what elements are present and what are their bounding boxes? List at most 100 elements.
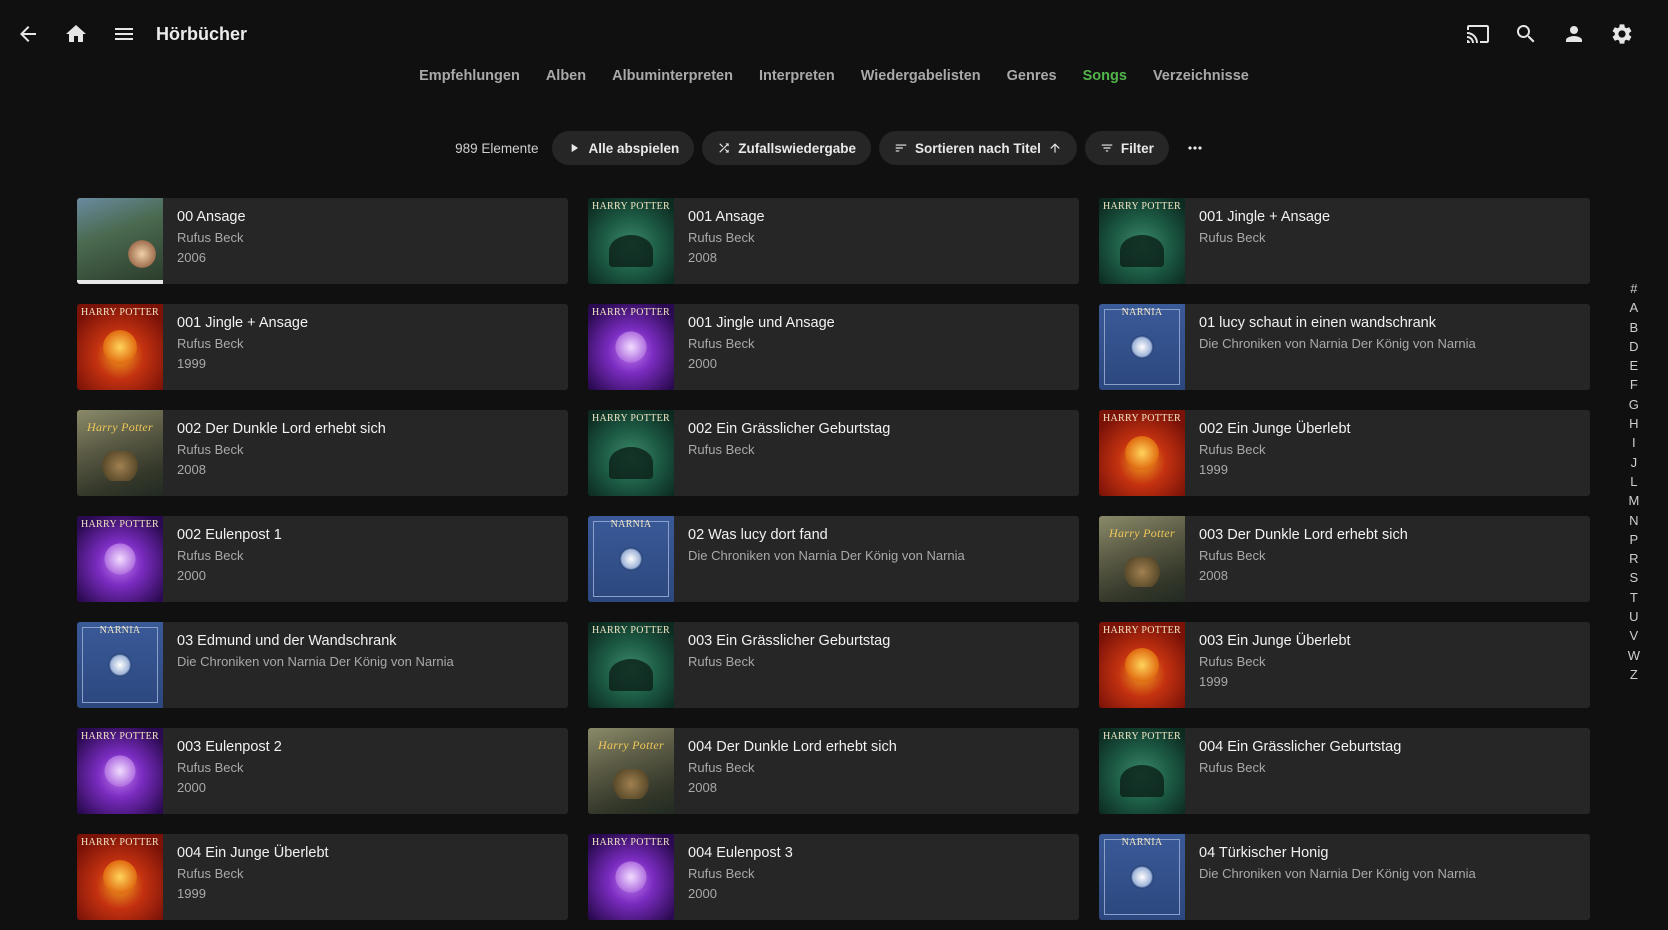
cover-artwork — [613, 859, 649, 895]
alphabet-letter[interactable]: V — [1630, 626, 1639, 645]
alphabet-letter[interactable]: H — [1629, 414, 1638, 433]
alphabet-letter[interactable]: F — [1630, 375, 1638, 394]
song-title: 04 Türkischer Honig — [1199, 845, 1329, 861]
song-card[interactable]: HARRY POTTER 004 Ein Grässlicher Geburtst… — [1099, 728, 1590, 814]
shuffle-label: Zufallswiedergabe — [738, 140, 857, 156]
album-cover-image[interactable]: HARRY POTTER — [588, 410, 674, 496]
alphabet-letter[interactable]: L — [1630, 472, 1637, 491]
song-card[interactable]: HARRY POTTER 003 Eulenpost 2 Rufus Beck 200… — [77, 728, 568, 814]
album-cover-image[interactable]: HARRY POTTER — [588, 198, 674, 284]
cover-artwork — [609, 447, 653, 480]
shuffle-button[interactable]: Zufallswiedergabe — [702, 131, 872, 165]
song-year: 2006 — [177, 250, 206, 265]
song-card[interactable]: Harry Potter 004 Der Dunkle Lord erhebt s… — [588, 728, 1079, 814]
album-cover-image[interactable]: HARRY POTTER — [1099, 410, 1185, 496]
song-title: 004 Ein Junge Überlebt — [177, 845, 329, 861]
back-button[interactable] — [4, 10, 52, 58]
alphabet-letter[interactable]: N — [1629, 511, 1638, 530]
home-button[interactable] — [52, 10, 100, 58]
album-cover-image[interactable]: HARRY POTTER — [77, 516, 163, 602]
album-cover-image[interactable] — [77, 198, 163, 284]
song-card[interactable]: HARRY POTTER 001 Jingle + Ansage Rufus Bec… — [77, 304, 568, 390]
song-artist: Rufus Beck — [177, 548, 244, 563]
page-title: Hörbücher — [156, 23, 248, 44]
song-card[interactable]: HARRY POTTER 002 Ein Grässlicher Geburtst… — [588, 410, 1079, 496]
cover-artwork — [1125, 436, 1159, 470]
play-all-button[interactable]: Alle abspielen — [552, 131, 695, 165]
song-card[interactable]: 00 Ansage Rufus Beck 2006 — [77, 198, 568, 284]
search-button[interactable] — [1502, 10, 1550, 58]
song-card[interactable]: NARNIA 04 Türkischer Honig Die Chroniken v… — [1099, 834, 1590, 920]
tab-verzeichnisse[interactable]: Verzeichnisse — [1153, 62, 1249, 92]
user-button[interactable] — [1550, 10, 1598, 58]
album-cover-image[interactable]: HARRY POTTER — [77, 728, 163, 814]
album-cover-image[interactable]: HARRY POTTER — [1099, 622, 1185, 708]
cover-caption: HARRY POTTER — [592, 413, 670, 424]
song-card[interactable]: HARRY POTTER 002 Eulenpost 1 Rufus Beck 200… — [77, 516, 568, 602]
song-card[interactable]: HARRY POTTER 001 Ansage Rufus Beck 2008 — [588, 198, 1079, 284]
tab-alben[interactable]: Alben — [546, 62, 586, 92]
tab-genres[interactable]: Genres — [1007, 62, 1057, 92]
tab-songs[interactable]: Songs — [1083, 62, 1127, 92]
tab-empfehlungen[interactable]: Empfehlungen — [419, 62, 520, 92]
song-card[interactable]: NARNIA 02 Was lucy dort fand Die Chroniken… — [588, 516, 1079, 602]
alphabet-letter[interactable]: E — [1630, 356, 1639, 375]
song-card[interactable]: NARNIA 03 Edmund und der Wandschrank Die C… — [77, 622, 568, 708]
album-cover-image[interactable]: NARNIA — [588, 516, 674, 602]
filter-button[interactable]: Filter — [1084, 131, 1169, 165]
album-cover-image[interactable]: HARRY POTTER — [77, 304, 163, 390]
menu-button[interactable] — [100, 10, 148, 58]
alphabet-letter[interactable]: S — [1630, 568, 1639, 587]
song-title: 002 Eulenpost 1 — [177, 527, 282, 543]
alphabet-letter[interactable]: M — [1628, 491, 1639, 510]
album-cover-image[interactable]: Harry Potter — [1099, 516, 1185, 602]
filter-label: Filter — [1120, 140, 1154, 156]
alphabet-letter[interactable]: A — [1630, 298, 1639, 317]
cover-caption: HARRY POTTER — [1103, 625, 1181, 636]
alphabet-letter[interactable]: W — [1628, 646, 1640, 665]
settings-button[interactable] — [1598, 10, 1646, 58]
album-cover-image[interactable]: NARNIA — [1099, 304, 1185, 390]
album-cover-image[interactable]: HARRY POTTER — [588, 622, 674, 708]
album-cover-image[interactable]: HARRY POTTER — [77, 834, 163, 920]
alphabet-letter[interactable]: P — [1630, 530, 1639, 549]
song-title: 001 Jingle + Ansage — [1199, 209, 1331, 225]
sort-button[interactable]: Sortieren nach Titel — [879, 131, 1077, 165]
alphabet-letter[interactable]: G — [1629, 395, 1639, 414]
song-card[interactable]: HARRY POTTER 001 Jingle und Ansage Rufus B… — [588, 304, 1079, 390]
song-artist: Rufus Beck — [177, 230, 244, 245]
album-cover-image[interactable]: NARNIA — [1099, 834, 1185, 920]
song-card[interactable]: Harry Potter 003 Der Dunkle Lord erhebt s… — [1099, 516, 1590, 602]
alphabet-letter[interactable]: # — [1630, 279, 1637, 298]
album-cover-image[interactable]: NARNIA — [77, 622, 163, 708]
album-cover-image[interactable]: HARRY POTTER — [1099, 728, 1185, 814]
song-card[interactable]: HARRY POTTER 004 Ein Junge Überlebt Rufus … — [77, 834, 568, 920]
alphabet-letter[interactable]: T — [1630, 588, 1638, 607]
album-cover-image[interactable]: HARRY POTTER — [1099, 198, 1185, 284]
tab-albuminterpreten[interactable]: Albuminterpreten — [612, 62, 733, 92]
song-info: 04 Türkischer Honig Die Chroniken von Nar… — [1185, 834, 1490, 920]
tab-wiedergabelisten[interactable]: Wiedergabelisten — [861, 62, 981, 92]
song-card[interactable]: HARRY POTTER 003 Ein Grässlicher Geburtst… — [588, 622, 1079, 708]
album-cover-image[interactable]: Harry Potter — [77, 410, 163, 496]
album-cover-image[interactable]: HARRY POTTER — [588, 834, 674, 920]
song-card[interactable]: HARRY POTTER 002 Ein Junge Überlebt Rufus … — [1099, 410, 1590, 496]
song-card[interactable]: HARRY POTTER 001 Jingle + Ansage Rufus Bec… — [1099, 198, 1590, 284]
song-card[interactable]: NARNIA 01 lucy schaut in einen wandschran… — [1099, 304, 1590, 390]
alphabet-letter[interactable]: I — [1632, 433, 1636, 452]
album-cover-image[interactable]: HARRY POTTER — [588, 304, 674, 390]
alphabet-letter[interactable]: U — [1629, 607, 1638, 626]
left-tools: Hörbücher — [4, 10, 247, 58]
cast-button[interactable] — [1454, 10, 1502, 58]
song-card[interactable]: HARRY POTTER 003 Ein Junge Überlebt Rufus … — [1099, 622, 1590, 708]
song-card[interactable]: Harry Potter 002 Der Dunkle Lord erhebt s… — [77, 410, 568, 496]
song-card[interactable]: HARRY POTTER 004 Eulenpost 3 Rufus Beck 200… — [588, 834, 1079, 920]
more-button[interactable] — [1177, 131, 1213, 165]
alphabet-letter[interactable]: D — [1629, 337, 1638, 356]
alphabet-letter[interactable]: B — [1630, 318, 1639, 337]
album-cover-image[interactable]: Harry Potter — [588, 728, 674, 814]
alphabet-letter[interactable]: R — [1629, 549, 1638, 568]
alphabet-letter[interactable]: J — [1631, 453, 1638, 472]
tab-interpreten[interactable]: Interpreten — [759, 62, 835, 92]
alphabet-letter[interactable]: Z — [1630, 665, 1638, 684]
